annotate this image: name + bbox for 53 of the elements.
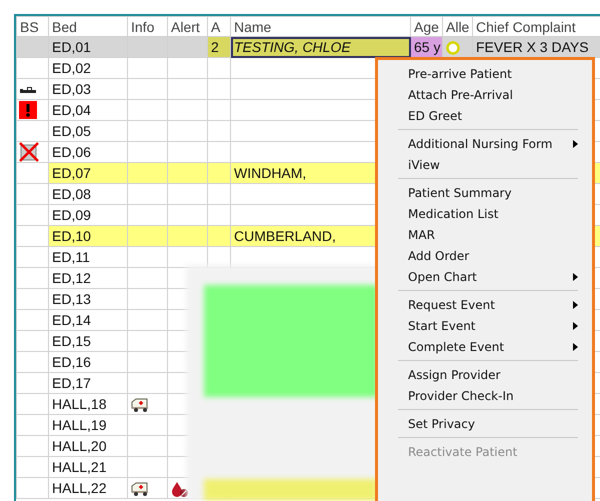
table-cell: ED,12 [52, 270, 91, 286]
table-cell: ED,01 [52, 39, 91, 55]
table-cell: ED,14 [52, 312, 91, 328]
table-cell: HALL,20 [52, 438, 106, 454]
table-cell: ED,03 [52, 81, 91, 97]
menu-item[interactable]: Pre-arrive Patient [378, 63, 592, 84]
table-cell: HALL,18 [52, 396, 106, 412]
table-cell: ED,15 [52, 333, 91, 349]
table-cell: WINDHAM, [234, 165, 306, 181]
table-cell: CUMBERLAND, [234, 228, 336, 244]
table-cell: ED,16 [52, 354, 91, 370]
table-cell: ED,04 [52, 102, 91, 118]
table-cell: ED,11 [52, 249, 90, 265]
table-cell: ED,07 [52, 165, 91, 181]
table-cell: 2 [211, 39, 219, 55]
menu-item[interactable]: Provider Check-In [378, 385, 592, 406]
menu-item[interactable]: ED Greet [378, 105, 592, 126]
menu-item[interactable]: Add Order [378, 245, 592, 266]
menu-item[interactable]: Open Chart [378, 266, 592, 287]
menu-item[interactable]: Patient Summary [378, 182, 592, 203]
column-header[interactable]: Alert [168, 16, 208, 36]
menu-item[interactable]: MAR [378, 224, 592, 245]
table-cell: ED,05 [52, 123, 91, 139]
menu-item[interactable]: Request Event [378, 294, 592, 315]
column-header[interactable]: Age [410, 16, 442, 36]
menu-item[interactable]: Set Privacy [378, 413, 592, 434]
menu-item[interactable]: Assign Provider [378, 364, 592, 385]
table-cell: 65 y [414, 39, 440, 55]
table-cell: ED,10 [52, 228, 91, 244]
menu-item[interactable]: Additional Nursing Form [378, 133, 592, 154]
menu-item[interactable]: Medication List [378, 203, 592, 224]
menu-item[interactable]: Start Event [378, 315, 592, 336]
menu-item[interactable]: Complete Event [378, 336, 592, 357]
table-cell: ED,17 [52, 375, 91, 391]
menu-item[interactable]: Attach Pre-Arrival [378, 84, 592, 105]
table-cell: HALL,21 [52, 459, 106, 475]
column-header[interactable]: Alle [442, 16, 472, 36]
column-header[interactable]: Name [230, 16, 410, 36]
table-cell: ED,13 [52, 291, 91, 307]
table-cell: HALL,22 [52, 480, 106, 496]
table-cell: ED,02 [52, 60, 91, 76]
column-header[interactable]: Info [128, 16, 168, 36]
menu-item[interactable]: iView [378, 154, 592, 175]
table-cell: TESTING, CHLOE [234, 39, 351, 55]
column-header[interactable]: A [208, 16, 230, 36]
table-cell: ED,06 [52, 144, 91, 160]
column-header[interactable]: Bed [48, 16, 128, 36]
table-cell: FEVER X 3 DAYS [476, 39, 589, 55]
table-cell: HALL,19 [52, 417, 106, 433]
table-cell: ED,08 [52, 186, 91, 202]
column-header[interactable]: Chief Complaint [472, 16, 600, 36]
table-cell: ED,09 [52, 207, 91, 223]
column-header[interactable]: BS [16, 16, 48, 36]
